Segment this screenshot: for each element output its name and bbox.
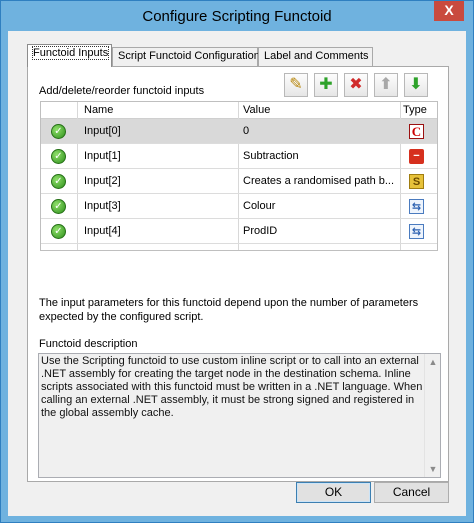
- inputs-grid: Name Value Type ✓ Input[0] 0 C ✓ Input[1…: [40, 101, 438, 251]
- schema-node-icon: ⇆: [409, 199, 424, 214]
- grid-header: Name Value Type: [41, 102, 437, 119]
- valid-check-icon: ✓: [51, 124, 66, 139]
- column-header-type[interactable]: Type: [403, 104, 427, 116]
- close-button[interactable]: X: [434, 1, 464, 21]
- input-name: Input[0]: [84, 125, 121, 137]
- tab-label-and-comments[interactable]: Label and Comments: [258, 47, 373, 67]
- table-row[interactable]: ✓ Input[4] ProdID ⇆: [41, 219, 437, 244]
- delete-icon[interactable]: ✖: [344, 73, 368, 97]
- move-up-icon[interactable]: ⬆: [374, 73, 398, 97]
- description-text: Use the Scripting functoid to use custom…: [41, 355, 423, 419]
- input-value: Subtraction: [243, 150, 299, 162]
- input-value: Colour: [243, 200, 276, 212]
- add-icon[interactable]: ✚: [314, 73, 338, 97]
- table-row[interactable]: ✓ Input[2] Creates a randomised path b..…: [41, 169, 437, 194]
- schema-node-icon: ⇆: [409, 224, 424, 239]
- tab-label: Functoid Inputs: [31, 46, 110, 60]
- input-name: Input[3]: [84, 200, 121, 212]
- input-name: Input[2]: [84, 175, 121, 187]
- dialog-body: Functoid Inputs Script Functoid Configur…: [8, 31, 466, 516]
- description-scrollbar[interactable]: ▲ ▼: [424, 354, 440, 477]
- scripting-functoid-icon: S: [409, 174, 424, 189]
- description-textarea[interactable]: Use the Scripting functoid to use custom…: [38, 353, 441, 478]
- pencil-icon[interactable]: ✎: [284, 73, 308, 97]
- move-down-icon[interactable]: ⬇: [404, 73, 428, 97]
- description-label: Functoid description: [39, 338, 138, 350]
- tab-script-functoid-configuration[interactable]: Script Functoid Configuration: [112, 47, 260, 67]
- functoid-link-icon: −: [409, 149, 424, 164]
- table-row[interactable]: ✓ Input[1] Subtraction −: [41, 144, 437, 169]
- column-header-value[interactable]: Value: [243, 104, 270, 116]
- functoid-inputs-panel: Add/delete/reorder functoid inputs ✎ ✚ ✖…: [27, 66, 449, 482]
- valid-check-icon: ✓: [51, 224, 66, 239]
- inputs-info-text: The input parameters for this functoid d…: [39, 297, 419, 323]
- ok-button[interactable]: OK: [296, 482, 371, 503]
- scroll-down-icon[interactable]: ▼: [428, 465, 438, 474]
- input-name: Input[4]: [84, 225, 121, 237]
- dialog-window: Configure Scripting Functoid X Functoid …: [0, 0, 474, 523]
- valid-check-icon: ✓: [51, 149, 66, 164]
- table-row[interactable]: ✓ Input[3] Colour ⇆: [41, 194, 437, 219]
- valid-check-icon: ✓: [51, 174, 66, 189]
- tab-functoid-inputs[interactable]: Functoid Inputs: [27, 44, 112, 67]
- tab-label: Script Functoid Configuration: [118, 50, 260, 62]
- title-bar[interactable]: Configure Scripting Functoid X: [1, 1, 473, 31]
- cancel-button[interactable]: Cancel: [374, 482, 449, 503]
- constant-icon: C: [409, 124, 424, 139]
- input-value: ProdID: [243, 225, 278, 237]
- input-value: Creates a randomised path b...: [243, 175, 395, 187]
- tab-label: Label and Comments: [264, 50, 369, 62]
- input-value: 0: [243, 125, 250, 137]
- table-row[interactable]: ✓ Input[0] 0 C: [41, 119, 437, 144]
- column-header-name[interactable]: Name: [84, 104, 113, 116]
- scroll-up-icon[interactable]: ▲: [428, 358, 438, 367]
- inputs-label: Add/delete/reorder functoid inputs: [39, 85, 205, 97]
- dialog-title: Configure Scripting Functoid: [142, 8, 332, 25]
- valid-check-icon: ✓: [51, 199, 66, 214]
- input-name: Input[1]: [84, 150, 121, 162]
